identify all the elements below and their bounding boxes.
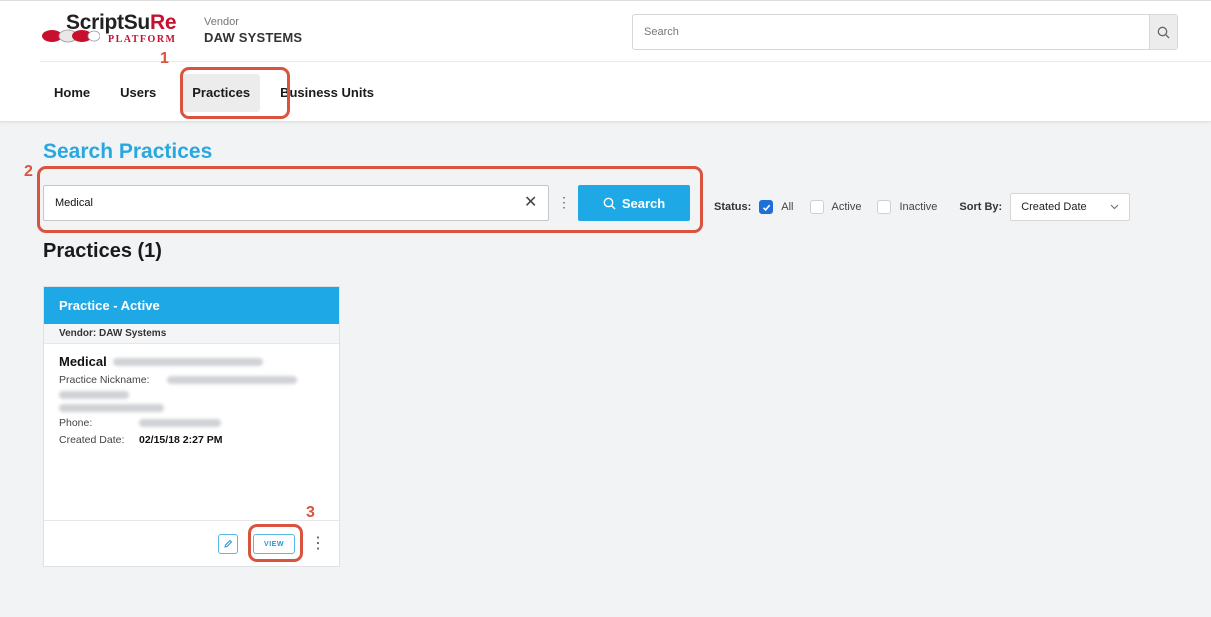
practice-search-field: ✕ (43, 185, 549, 221)
status-all-label: All (781, 201, 794, 213)
redacted-text (167, 376, 297, 384)
vendor-label: Vendor (204, 16, 239, 28)
edit-button[interactable] (218, 534, 238, 554)
status-active-checkbox[interactable] (809, 200, 824, 214)
created-row: Created Date: 02/15/18 2:27 PM (59, 434, 324, 446)
header-divider (40, 61, 1211, 62)
created-label: Created Date: (59, 434, 125, 446)
search-icon (603, 197, 616, 209)
pencil-icon (224, 539, 233, 548)
address-line-1 (59, 391, 324, 399)
nickname-label: Practice Nickname: (59, 374, 150, 386)
sort-by-value: Created Date (1021, 201, 1087, 213)
results-title: Practices (1) (43, 240, 162, 262)
status-label: Status: (714, 201, 752, 213)
global-search (632, 14, 1178, 50)
callout-number-1: 1 (160, 50, 169, 67)
status-active-label: Active (831, 201, 862, 213)
scriptsure-logo[interactable]: ScriptSuRe PLATFORM (42, 11, 192, 51)
phone-label: Phone: (59, 417, 93, 429)
callout-box-practices (180, 67, 290, 119)
practice-name: Medical (59, 354, 324, 369)
logo-platform: PLATFORM (108, 34, 177, 45)
logo-wordmark: ScriptSuRe (66, 11, 177, 34)
global-search-input[interactable] (633, 15, 1149, 49)
status-inactive-label: Inactive (899, 201, 938, 213)
more-options-icon[interactable]: ⋮ (310, 535, 326, 553)
nav-home[interactable]: Home (42, 74, 102, 112)
callout-number-3: 3 (306, 504, 315, 521)
sort-by-select[interactable]: Created Date (1010, 193, 1131, 221)
nav-users[interactable]: Users (108, 74, 168, 112)
redacted-text (59, 404, 164, 412)
redacted-text (59, 391, 129, 399)
search-icon (1157, 26, 1170, 38)
practice-search-input[interactable] (44, 186, 514, 220)
redacted-text (112, 357, 263, 366)
vendor-name: DAW SYSTEMS (204, 30, 303, 45)
clear-icon[interactable]: ✕ (524, 195, 537, 211)
search-options-icon[interactable]: ⋮ (557, 194, 571, 210)
check-icon (762, 204, 770, 211)
phone-row: Phone: (59, 417, 324, 429)
callout-box-view (248, 524, 303, 562)
chevron-down-icon (1110, 204, 1119, 210)
sort-by-label: Sort By: (959, 201, 1003, 213)
search-button-label: Search (621, 195, 666, 211)
created-value: 02/15/18 2:27 PM (139, 434, 223, 446)
practice-nickname-row: Practice Nickname: (59, 374, 324, 386)
callout-number-2: 2 (24, 163, 33, 180)
global-search-button[interactable] (1149, 15, 1177, 49)
practice-card-header: Practice - Active (44, 287, 339, 324)
page-title: Search Practices (43, 140, 213, 163)
status-inactive-checkbox[interactable] (877, 200, 892, 214)
practice-search-row: ✕ ⋮ Search (43, 185, 693, 221)
status-filter: Status: All Active Inactive Sort By: Cre… (714, 193, 1131, 221)
redacted-text (139, 419, 221, 427)
practice-card-vendor: Vendor: DAW Systems (44, 324, 339, 344)
search-button[interactable]: Search (578, 185, 690, 221)
practice-card-body: Medical Practice Nickname: Phone: Create… (44, 344, 339, 456)
address-line-2 (59, 404, 324, 412)
status-all-checkbox[interactable] (759, 200, 774, 214)
vendor-info: Vendor DAW SYSTEMS (204, 16, 302, 45)
